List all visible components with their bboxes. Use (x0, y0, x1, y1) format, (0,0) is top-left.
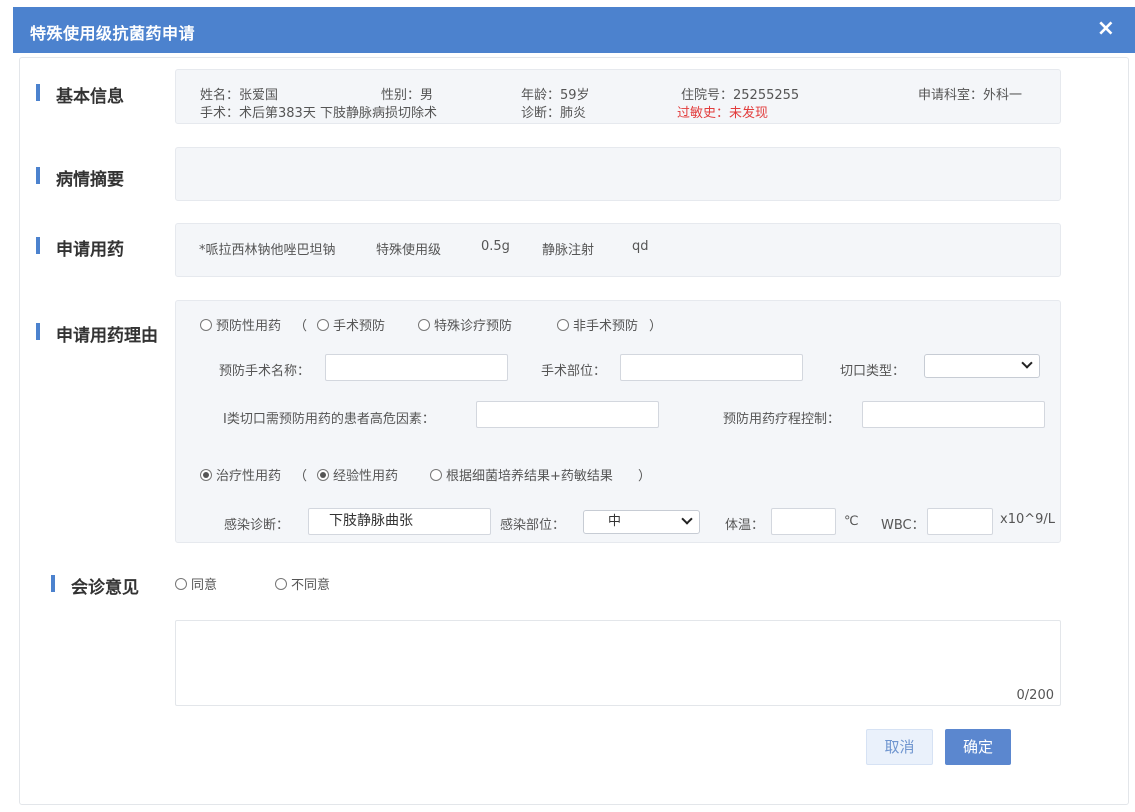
radio-therapeutic[interactable]: 治疗性用药 (200, 465, 281, 484)
section-reason: 申请用药理由 (36, 321, 158, 346)
chevron-down-icon (1021, 357, 1033, 369)
section-drug: 申请用药 (36, 235, 124, 260)
dialog-title: 特殊使用级抗菌药申请 (30, 24, 196, 43)
wbc-label: WBC： (881, 518, 925, 533)
surgery-info: 手术：术后第383天 下肢静脉病损切除术 (200, 106, 437, 121)
risk-factor-label: Ⅰ类切口需预防用药的患者高危因素： (223, 412, 435, 427)
radio-icon (175, 578, 187, 590)
drug-name: *哌拉西林钠他唑巴坦钠 (199, 243, 336, 258)
close-icon[interactable]: × (1097, 16, 1115, 41)
paren-open: （ (294, 469, 308, 484)
section-basic-info: 基本信息 (36, 82, 124, 107)
confirm-button[interactable]: 确定 (945, 729, 1011, 765)
drug-box: *哌拉西林钠他唑巴坦钠 特殊使用级 0.5g 静脉注射 qd (175, 223, 1061, 277)
wbc-input[interactable] (927, 508, 993, 535)
chevron-down-icon (681, 513, 693, 525)
basic-info-box: 姓名：张爱国 性别：男 年龄：59岁 住院号：25255255 申请科室：外科一… (175, 69, 1061, 124)
radio-empirical[interactable]: 经验性用药 (317, 465, 398, 484)
drug-route: 静脉注射 (542, 243, 595, 258)
inpatient-number: 住院号：25255255 (681, 88, 800, 103)
infection-diagnosis-label: 感染诊断： (224, 518, 290, 533)
radio-icon (200, 319, 212, 331)
radio-icon (275, 578, 287, 590)
radio-surgery-prevention[interactable]: 手术预防 (317, 315, 385, 334)
allergy-history: 过敏史：未发现 (677, 102, 768, 121)
surgery-site-input[interactable] (620, 354, 803, 381)
radio-culture-based[interactable]: 根据细菌培养结果+药敏结果 (430, 465, 613, 484)
char-counter: 0/200 (1016, 688, 1054, 703)
prev-surgery-name-input[interactable] (325, 354, 508, 381)
section-summary: 病情摘要 (36, 165, 124, 190)
dialog-titlebar: 特殊使用级抗菌药申请 × (13, 7, 1135, 53)
patient-name: 姓名：张爱国 (200, 88, 279, 103)
reason-box: 预防性用药 （ 手术预防 特殊诊疗预防 非手术预防 ） 预防手术名称： 手术部位… (175, 300, 1061, 543)
diagnosis: 诊断：肺炎 (521, 106, 587, 121)
radio-icon (557, 319, 569, 331)
applying-department: 申请科室：外科一 (918, 88, 1023, 103)
drug-dose: 0.5g (481, 239, 510, 254)
radio-icon (317, 319, 329, 331)
drug-level: 特殊使用级 (376, 243, 442, 258)
radio-icon (317, 469, 329, 481)
incision-type-label: 切口类型： (840, 364, 906, 379)
radio-prophylactic[interactable]: 预防性用药 (200, 315, 281, 334)
temperature-unit: ℃ (844, 514, 859, 529)
wbc-unit: x10^9/L (1000, 512, 1056, 527)
risk-factor-input[interactable] (476, 401, 659, 428)
infection-site-select[interactable]: 中 (583, 510, 700, 534)
course-control-input[interactable] (862, 401, 1045, 428)
allergy-value: 未发现 (729, 106, 769, 121)
temperature-label: 体温： (725, 518, 765, 533)
radio-special-prevention[interactable]: 特殊诊疗预防 (418, 315, 512, 334)
infection-site-label: 感染部位： (500, 518, 566, 533)
radio-agree[interactable]: 同意 (175, 574, 217, 593)
patient-age: 年龄：59岁 (521, 88, 590, 103)
allergy-label: 过敏史： (677, 106, 730, 121)
prev-surgery-name-label: 预防手术名称： (219, 364, 311, 379)
radio-icon (430, 469, 442, 481)
section-consultation: 会诊意见 (51, 573, 139, 598)
temperature-input[interactable] (771, 508, 836, 535)
paren-close: ） (649, 319, 663, 334)
paren-open: （ (294, 319, 308, 334)
radio-disagree[interactable]: 不同意 (275, 574, 330, 593)
consultation-opinion-textarea[interactable]: 0/200 (175, 620, 1061, 706)
radio-icon (418, 319, 430, 331)
radio-icon (200, 469, 212, 481)
paren-close: ） (638, 469, 652, 484)
cancel-button[interactable]: 取消 (866, 729, 933, 765)
incision-type-select[interactable] (924, 354, 1040, 378)
summary-box (175, 147, 1061, 201)
infection-diagnosis-input[interactable]: 下肢静脉曲张 (308, 508, 491, 535)
radio-nonsurgery-prevention[interactable]: 非手术预防 (557, 315, 638, 334)
course-control-label: 预防用药疗程控制： (723, 412, 841, 427)
patient-gender: 性别：男 (381, 88, 434, 103)
surgery-site-label: 手术部位： (541, 364, 607, 379)
drug-frequency: qd (632, 239, 649, 254)
